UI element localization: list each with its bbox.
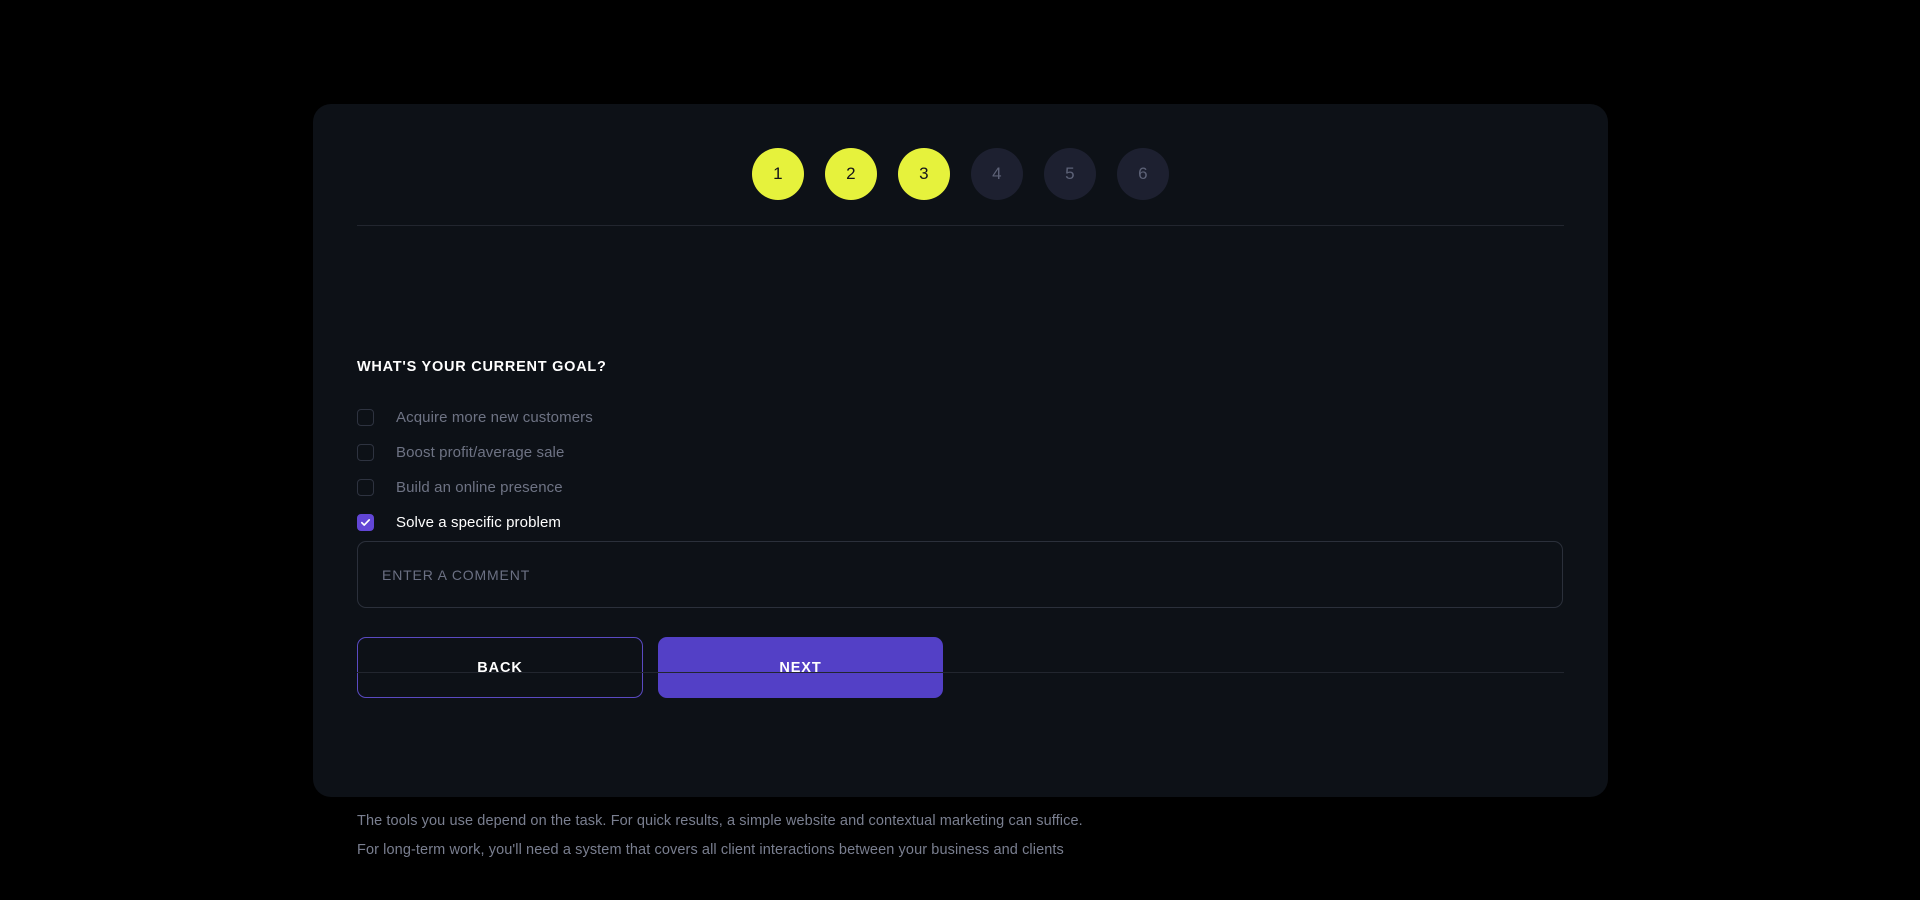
step-indicator-4[interactable]: 4 — [971, 148, 1023, 200]
option-boost-profit-average-sale[interactable]: Boost profit/average sale — [357, 435, 1564, 470]
step-indicator-5[interactable]: 5 — [1044, 148, 1096, 200]
option-label: Solve a specific problem — [396, 514, 561, 531]
footer-line-1: The tools you use depend on the task. Fo… — [357, 813, 1083, 829]
footer-note: The tools you use depend on the task. Fo… — [357, 807, 1564, 865]
footer-line-2: For long-term work, you'll need a system… — [357, 842, 1064, 858]
page-title: WHAT'S YOUR CURRENT GOAL? — [357, 359, 607, 375]
step-indicator-6[interactable]: 6 — [1117, 148, 1169, 200]
step-indicator-3[interactable]: 3 — [898, 148, 950, 200]
step-label: 6 — [1138, 164, 1148, 183]
step-label: 4 — [992, 164, 1002, 183]
page-root: 1 2 3 4 5 6 WHAT'S YOUR CURRENT GOAL? Ac… — [0, 0, 1920, 900]
checkbox-unchecked-icon[interactable] — [357, 444, 374, 461]
divider-top — [357, 225, 1564, 226]
step-indicator-2[interactable]: 2 — [825, 148, 877, 200]
next-button[interactable]: NEXT — [658, 637, 943, 698]
step-label: 3 — [919, 164, 929, 183]
step-indicator-1[interactable]: 1 — [752, 148, 804, 200]
back-button[interactable]: BACK — [357, 637, 643, 698]
option-label: Build an online presence — [396, 479, 563, 496]
checkbox-unchecked-icon[interactable] — [357, 479, 374, 496]
divider-bottom — [357, 672, 1564, 673]
step-label: 5 — [1065, 164, 1075, 183]
onboarding-card: 1 2 3 4 5 6 WHAT'S YOUR CURRENT GOAL? Ac… — [313, 104, 1608, 858]
option-acquire-more-new-customers[interactable]: Acquire more new customers — [357, 400, 1564, 435]
step-label: 2 — [846, 164, 856, 183]
option-build-an-online-presence[interactable]: Build an online presence — [357, 470, 1564, 505]
option-label: Boost profit/average sale — [396, 444, 565, 461]
checkbox-checked-icon[interactable] — [357, 514, 374, 531]
step-indicator: 1 2 3 4 5 6 — [313, 148, 1608, 200]
check-icon — [360, 519, 371, 526]
option-solve-a-specific-problem[interactable]: Solve a specific problem — [357, 505, 1564, 540]
step-label: 1 — [773, 164, 783, 183]
option-label: Acquire more new customers — [396, 409, 593, 426]
comment-input[interactable] — [357, 541, 1563, 608]
goal-option-list: Acquire more new customers Boost profit/… — [357, 400, 1564, 540]
checkbox-unchecked-icon[interactable] — [357, 409, 374, 426]
